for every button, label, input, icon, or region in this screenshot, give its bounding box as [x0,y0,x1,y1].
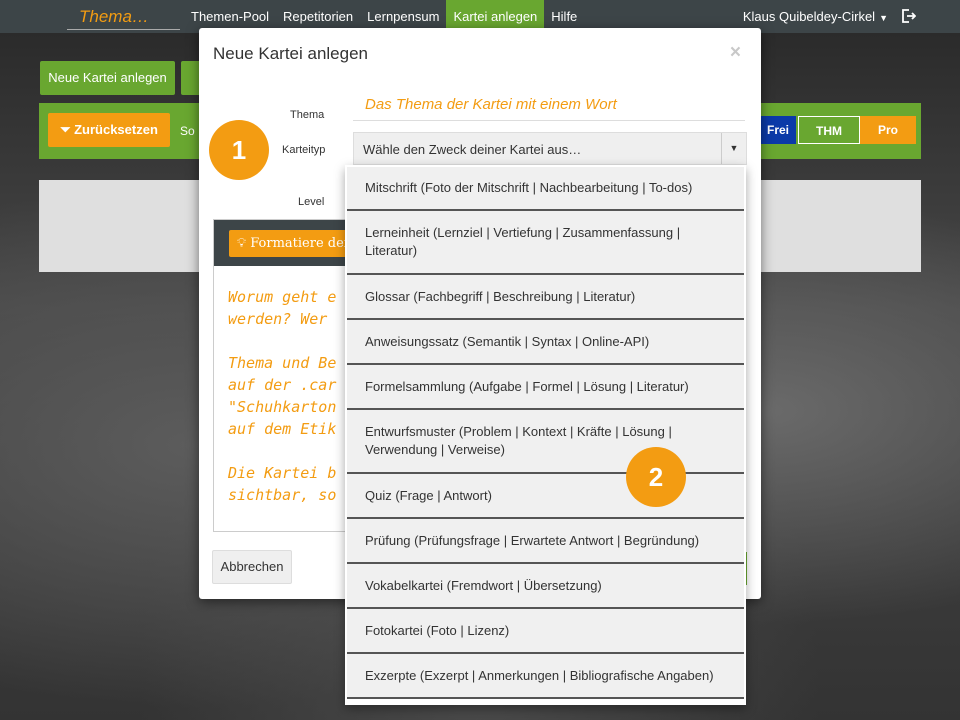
level-label: Level [298,196,325,208]
dropdown-option-lerneinheit[interactable]: Lerneinheit (Lernziel | Vertiefung | Zus… [347,211,744,275]
dropdown-option-formelsammlung[interactable]: Formelsammlung (Aufgabe | Formel | Lösun… [347,365,744,410]
lightbulb-icon: 💡︎ [237,236,251,251]
logout-icon[interactable] [900,8,916,24]
dropdown-option-mitschrift[interactable]: Mitschrift (Foto der Mitschrift | Nachbe… [347,167,744,211]
reset-filter-button[interactable]: ⏷ Zurücksetzen [48,113,170,147]
filter-chip-pro[interactable]: Pro [860,116,916,144]
dropdown-option-entwurfsmuster[interactable]: Entwurfsmuster (Problem | Kontext | Kräf… [347,410,744,474]
karteityp-label: Karteityp [282,144,326,156]
dropdown-option-exzerpte[interactable]: Exzerpte (Exzerpt | Anmerkungen | Biblio… [347,654,744,699]
chevron-down-icon[interactable]: ▼ [721,133,746,164]
step-badge-2: 2 [626,447,686,507]
funnel-icon: ⏷ [60,122,75,137]
modal-title: Neue Kartei anlegen [213,44,369,63]
user-menu[interactable]: Klaus Quibeldey-Cirkel ▼ [743,0,888,35]
secondary-green-button[interactable] [181,61,201,95]
caret-down-icon: ▼ [879,13,888,23]
filter-chip-frei[interactable]: Frei [760,116,796,144]
sort-label: So [180,124,195,138]
user-name: Klaus Quibeldey-Cirkel [742,9,876,24]
cancel-button[interactable]: Abbrechen [212,550,292,584]
select-value: Wähle den Zweck deiner Kartei aus… [363,142,582,157]
thema-label: Thema [290,109,325,121]
dropdown-option-vokabelkartei[interactable]: Vokabelkartei (Fremdwort | Übersetzung) [347,564,744,609]
reset-label: Zurücksetzen [74,122,158,137]
dropdown-option-pruefung[interactable]: Prüfung (Prüfungsfrage | Erwartete Antwo… [347,519,744,564]
filter-chip-thm[interactable]: THM [798,116,860,144]
brand-search[interactable]: Thema… [67,0,180,30]
dropdown-option-fotokartei[interactable]: Fotokartei (Foto | Lizenz) [347,609,744,654]
thema-input[interactable]: Das Thema der Kartei mit einem Wort [353,88,745,121]
karteityp-select[interactable]: Wähle den Zweck deiner Kartei aus… ▼ [353,132,747,165]
karteityp-dropdown: Mitschrift (Foto der Mitschrift | Nachbe… [345,165,746,705]
dropdown-option-anweisungssatz[interactable]: Anweisungssatz (Semantik | Syntax | Onli… [347,320,744,365]
step-badge-1: 1 [209,120,269,180]
dropdown-option-glossar[interactable]: Glossar (Fachbegriff | Beschreibung | Li… [347,275,744,320]
new-deck-button[interactable]: Neue Kartei anlegen [40,61,175,95]
close-icon[interactable]: × [730,42,741,64]
